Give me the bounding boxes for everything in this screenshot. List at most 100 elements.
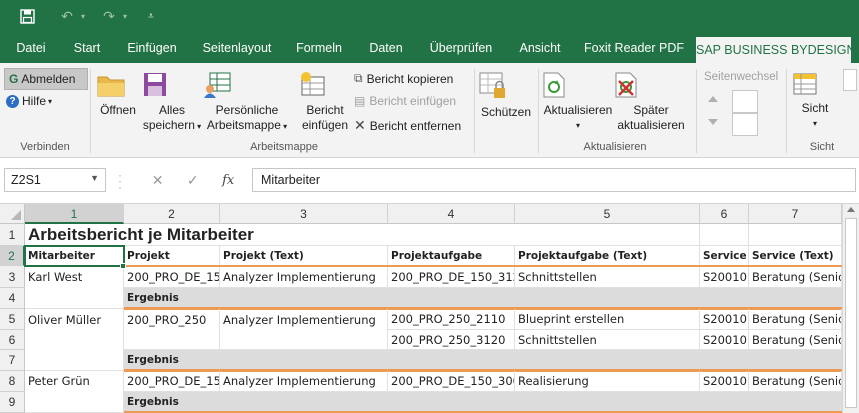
tab-foxit-reader-pdf[interactable]: Foxit Reader PDF — [578, 33, 690, 63]
table-cell[interactable]: 200_PRO_250_2110 — [388, 309, 515, 330]
insert-report-button[interactable]: Bericht einfügen — [298, 71, 352, 133]
vertical-scrollbar[interactable] — [842, 204, 859, 413]
column-header[interactable]: 7 — [749, 204, 842, 224]
formula-input[interactable]: Mitarbeiter — [252, 168, 856, 192]
customize-qat-icon[interactable]: ⩡ — [140, 6, 162, 28]
help-button[interactable]: ? Hilfe ▾ — [6, 94, 52, 108]
table-cell[interactable]: Analyzer Implementierung — [220, 371, 388, 392]
row-header[interactable]: 2 — [0, 246, 25, 266]
scroll-up-icon[interactable] — [847, 207, 855, 212]
table-cell[interactable]: Beratung (Senior) — [749, 309, 842, 330]
table-cell[interactable]: Schnittstellen — [515, 330, 700, 350]
tab-ueberpruefen[interactable]: Überprüfen — [420, 33, 502, 63]
table-cell[interactable]: 200_PRO_250 — [124, 309, 220, 350]
undo-icon[interactable]: ↶ — [56, 6, 78, 28]
column-header[interactable]: 3 — [220, 204, 388, 224]
table-cell[interactable]: S200101 — [700, 330, 749, 350]
table-cell[interactable]: 200_PRO_DE_150_3000 — [388, 371, 515, 392]
row-header[interactable]: 4 — [0, 288, 25, 309]
column-header[interactable]: 2 — [124, 204, 220, 224]
header-cell[interactable]: Projekt (Text) — [220, 246, 388, 266]
save-all-button[interactable]: Alles speichern ▾ — [142, 71, 202, 134]
redo-dropdown-icon[interactable]: ▾ — [120, 6, 130, 28]
insert-function-icon[interactable]: fx — [222, 173, 234, 188]
table-cell[interactable]: Analyzer Implementierung — [220, 309, 388, 350]
header-cell[interactable]: Projektaufgabe (Text) — [515, 246, 700, 266]
tab-formeln[interactable]: Formeln — [288, 33, 350, 63]
row-header[interactable]: 7 — [0, 350, 25, 371]
column-header[interactable]: 5 — [515, 204, 700, 224]
page-field-top[interactable] — [732, 90, 758, 113]
table-cell[interactable]: 200_PRO_DE_150 — [124, 371, 220, 392]
table-cell[interactable]: Blueprint erstellen — [515, 309, 700, 330]
employee-cell[interactable]: Karl West — [25, 267, 124, 309]
row-header[interactable]: 6 — [0, 330, 25, 350]
table-cell[interactable]: S200101 — [700, 309, 749, 330]
fill-handle[interactable] — [120, 263, 126, 269]
row-header[interactable]: 8 — [0, 371, 25, 392]
header-cell[interactable]: Mitarbeiter — [25, 246, 124, 266]
tab-daten[interactable]: Daten — [360, 33, 412, 63]
row-header[interactable]: 9 — [0, 392, 25, 413]
redo-icon[interactable]: ↷ — [98, 6, 120, 28]
tab-einfuegen[interactable]: Einfügen — [118, 33, 186, 63]
column-header[interactable]: 6 — [700, 204, 749, 224]
table-cell[interactable]: Schnittstellen — [515, 267, 700, 288]
tab-start[interactable]: Start — [64, 33, 110, 63]
header-cell[interactable]: Projektaufgabe — [388, 246, 515, 266]
protect-button[interactable]: Schützen — [478, 71, 534, 120]
result-row[interactable]: Ergebnis — [124, 392, 842, 413]
result-row[interactable]: Ergebnis — [124, 288, 842, 309]
view-button[interactable]: Sicht ▾ — [792, 71, 838, 131]
header-cell[interactable]: Projekt — [124, 246, 220, 266]
table-cell[interactable]: Realisierung — [515, 371, 700, 392]
header-cell[interactable]: Service (Text) — [749, 246, 842, 266]
empty-cell[interactable] — [749, 224, 842, 246]
empty-cell[interactable] — [700, 224, 749, 246]
report-title[interactable]: Arbeitsbericht je Mitarbeiter — [25, 224, 515, 246]
row-header[interactable]: 5 — [0, 309, 25, 330]
open-button[interactable]: Öffnen — [96, 71, 140, 118]
copy-report-button[interactable]: ⧉ Bericht kopieren — [354, 71, 453, 86]
result-row[interactable]: Ergebnis — [124, 350, 842, 371]
page-field-bottom[interactable] — [732, 113, 758, 136]
table-cell[interactable]: 200_PRO_DE_150 — [124, 267, 220, 288]
empty-cell[interactable] — [515, 224, 700, 246]
table-cell[interactable]: S200101 — [700, 371, 749, 392]
table-cell[interactable]: 200_PRO_DE_150_3120 — [388, 267, 515, 288]
row-header[interactable]: 3 — [0, 266, 25, 288]
scroll-thumb[interactable] — [845, 218, 857, 408]
table-cell[interactable]: Beratung (Senior) — [749, 267, 842, 288]
name-box[interactable]: Z2S1 ▼ — [4, 168, 106, 192]
name-box-dropdown-icon[interactable]: ▼ — [90, 173, 99, 183]
save-icon[interactable] — [16, 6, 38, 28]
cancel-icon[interactable]: ✕ — [152, 172, 164, 189]
page-up-icon[interactable] — [708, 96, 718, 102]
paste-report-button[interactable]: ▤ Bericht einfügen — [354, 94, 456, 108]
table-cell[interactable]: 200_PRO_250_3120 — [388, 330, 515, 350]
column-header[interactable]: 4 — [388, 204, 515, 224]
confirm-icon[interactable]: ✓ — [187, 172, 199, 189]
refresh-button[interactable]: Aktualisieren ▾ — [542, 71, 614, 133]
row-header[interactable]: 1 — [0, 224, 25, 246]
logout-button[interactable]: G Abmelden — [4, 68, 88, 90]
page-down-icon[interactable] — [708, 119, 718, 125]
tab-ansicht[interactable]: Ansicht — [510, 33, 570, 63]
employee-cell[interactable]: Oliver Müller — [25, 309, 124, 371]
select-all-corner[interactable] — [0, 204, 25, 224]
tab-sap-business-bydesign[interactable]: SAP BUSINESS BYDESIGN — [696, 37, 856, 63]
tab-seitenlayout[interactable]: Seitenlayout — [194, 33, 280, 63]
header-cell[interactable]: Service — [700, 246, 749, 266]
personal-workbook-button[interactable]: Persönliche Arbeitsmappe ▾ — [202, 71, 292, 134]
table-cell[interactable]: Analyzer Implementierung — [220, 267, 388, 288]
tab-datei[interactable]: Datei — [8, 33, 54, 63]
refresh-later-button[interactable]: Später aktualisieren — [614, 71, 688, 133]
undo-dropdown-icon[interactable]: ▾ — [78, 6, 88, 28]
table-cell[interactable]: Beratung (Senior) — [749, 330, 842, 350]
employee-cell[interactable]: Peter Grün — [25, 371, 124, 413]
column-header[interactable]: 1 — [25, 204, 124, 224]
table-cell[interactable]: S200101 — [700, 267, 749, 288]
table-cell[interactable]: Beratung (Senior) — [749, 371, 842, 392]
remove-report-button[interactable]: ✕ Bericht entfernen — [354, 117, 461, 134]
ribbon-side-box[interactable] — [843, 69, 857, 91]
